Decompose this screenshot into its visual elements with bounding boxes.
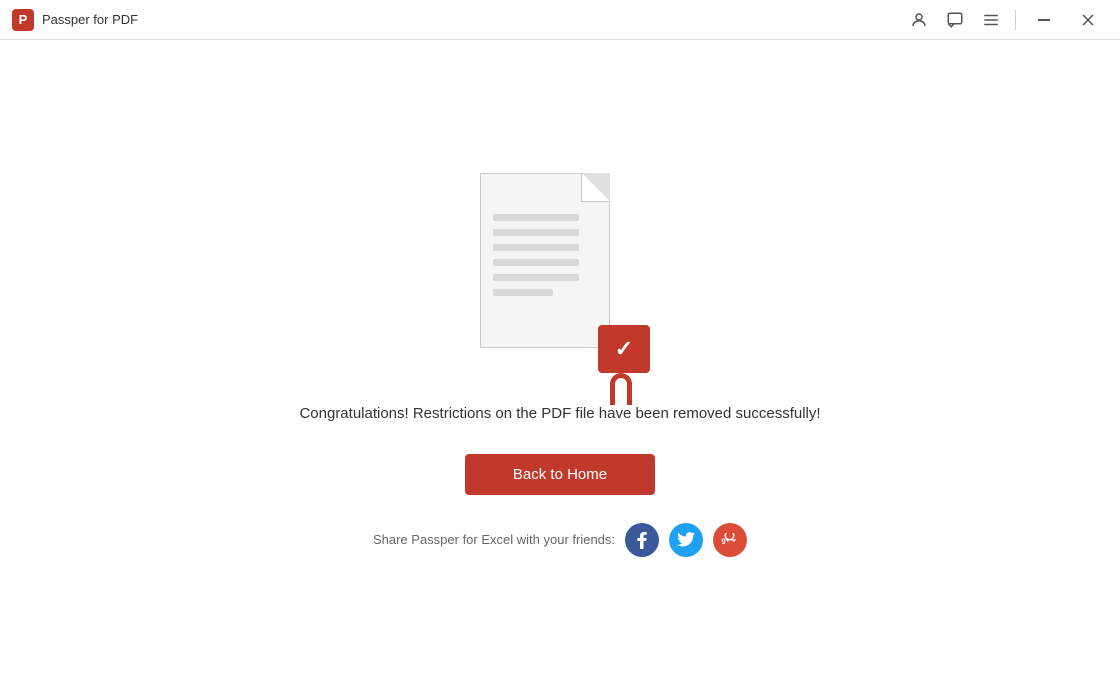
lock-body: ✓	[598, 325, 650, 373]
google-share-button[interactable]: g+	[713, 523, 747, 557]
svg-text:g+: g+	[722, 538, 730, 545]
menu-icon[interactable]	[975, 4, 1007, 36]
pdf-corner	[581, 174, 609, 202]
pdf-line-2	[493, 229, 579, 236]
pdf-body	[480, 173, 610, 348]
share-row: Share Passper for Excel with your friend…	[373, 523, 747, 557]
pdf-line-1	[493, 214, 579, 221]
user-icon[interactable]	[903, 4, 935, 36]
main-content: ✓ Congratulations! Restrictions on the P…	[0, 40, 1120, 690]
facebook-share-button[interactable]	[625, 523, 659, 557]
twitter-share-button[interactable]	[669, 523, 703, 557]
pdf-line-3	[493, 244, 579, 251]
app-logo: P	[12, 9, 34, 31]
title-bar-left: P Passper for PDF	[12, 9, 138, 31]
pdf-document	[480, 173, 610, 348]
checkmark-icon: ✓	[615, 336, 633, 362]
title-bar: P Passper for PDF	[0, 0, 1120, 40]
success-illustration: ✓	[470, 173, 650, 373]
back-to-home-button[interactable]: Back to Home	[465, 454, 655, 495]
chat-icon[interactable]	[939, 4, 971, 36]
separator	[1015, 10, 1016, 30]
pdf-content-lines	[493, 214, 579, 296]
pdf-line-5	[493, 274, 579, 281]
lock-shackle	[610, 373, 632, 405]
success-message: Congratulations! Restrictions on the PDF…	[299, 403, 820, 426]
close-button[interactable]	[1068, 4, 1108, 36]
pdf-line-6	[493, 289, 553, 296]
share-label: Share Passper for Excel with your friend…	[373, 532, 615, 547]
logo-letter: P	[19, 12, 28, 27]
minimize-button[interactable]	[1024, 4, 1064, 36]
app-title: Passper for PDF	[42, 12, 138, 27]
title-bar-right	[903, 4, 1108, 36]
pdf-line-4	[493, 259, 579, 266]
